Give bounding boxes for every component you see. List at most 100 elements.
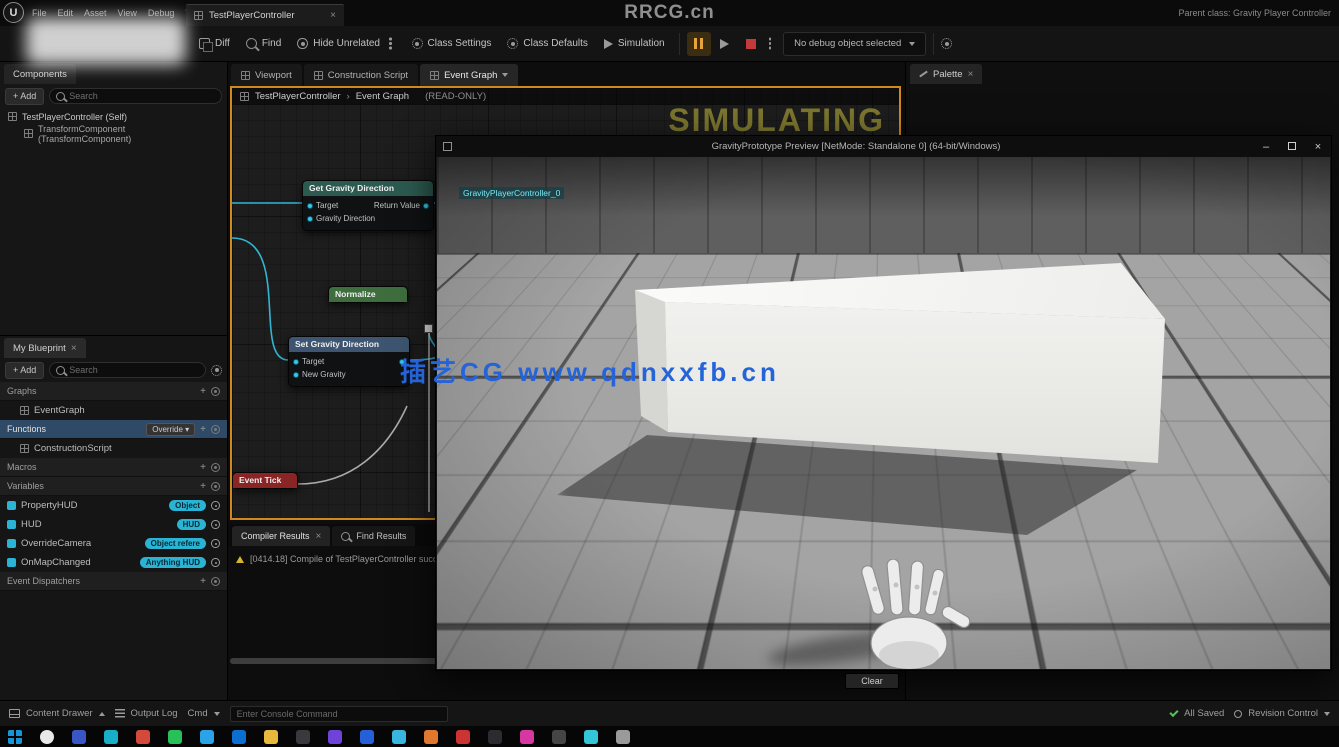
game-viewport[interactable]: GravityPlayerController_0: [437, 157, 1330, 669]
tab-compiler-results[interactable]: Compiler Results ×: [232, 526, 330, 546]
more-options-icon[interactable]: [389, 42, 392, 45]
expand-icon[interactable]: [211, 463, 220, 472]
find-button[interactable]: Find: [239, 31, 288, 57]
bp-node-event-tick[interactable]: Event Tick: [232, 472, 298, 489]
variable-type-pill[interactable]: Object: [169, 500, 206, 511]
debug-filter-icon[interactable]: [941, 38, 952, 49]
expand-icon[interactable]: [211, 425, 220, 434]
class-settings-button[interactable]: Class Settings: [405, 31, 499, 57]
tab-event-graph[interactable]: Event Graph: [420, 64, 518, 86]
section-functions[interactable]: FunctionsOverride ▾+: [0, 420, 227, 439]
section-variables[interactable]: Variables+: [0, 477, 227, 496]
variable-type-pill[interactable]: Object refere: [145, 538, 206, 549]
reroute-node[interactable]: [424, 324, 433, 333]
components-search-input[interactable]: [69, 91, 215, 101]
tab-viewport[interactable]: Viewport: [231, 64, 302, 86]
eye-icon[interactable]: [211, 539, 220, 548]
variable-type-pill[interactable]: Anything HUD: [140, 557, 206, 568]
taskbar-app-icon[interactable]: [72, 730, 86, 744]
close-button[interactable]: ×: [1305, 141, 1331, 153]
taskbar-app-icon[interactable]: [424, 730, 438, 744]
section-macros[interactable]: Macros+: [0, 458, 227, 477]
bp-item-hud[interactable]: HUDHUD: [0, 515, 227, 534]
bp-node-get-gravity-direction[interactable]: Get Gravity DirectionTargetReturn ValueG…: [302, 180, 434, 231]
asset-tab-testplayercontroller[interactable]: TestPlayerController ×: [186, 4, 344, 26]
pin-icon[interactable]: [293, 359, 299, 365]
simulation-button[interactable]: Simulation: [597, 31, 672, 57]
minimize-button[interactable]: –: [1253, 141, 1279, 153]
add-blueprint-item-button[interactable]: + Add: [5, 362, 44, 379]
console-input[interactable]: [230, 706, 448, 722]
stop-button[interactable]: [739, 32, 763, 56]
taskbar-app-icon[interactable]: [168, 730, 182, 744]
revision-control-button[interactable]: Revision Control: [1234, 708, 1330, 719]
my-blueprint-search-input[interactable]: [69, 365, 199, 375]
output-log-button[interactable]: Output Log: [115, 708, 178, 719]
tab-construction-script[interactable]: Construction Script: [304, 64, 418, 86]
search-icon[interactable]: [40, 730, 54, 744]
variable-type-pill[interactable]: HUD: [177, 519, 206, 530]
taskbar-app-icon[interactable]: [296, 730, 310, 744]
cmd-dropdown[interactable]: Cmd: [188, 708, 220, 719]
bp-item-overridecamera[interactable]: OverrideCameraObject refere: [0, 534, 227, 553]
taskbar-app-icon[interactable]: [200, 730, 214, 744]
add-component-button[interactable]: + Add: [5, 88, 44, 105]
expand-icon[interactable]: [211, 577, 220, 586]
breadcrumb-root[interactable]: TestPlayerController: [255, 91, 341, 102]
my-blueprint-tab[interactable]: My Blueprint ×: [4, 338, 86, 358]
start-button[interactable]: [8, 730, 22, 744]
content-drawer-button[interactable]: Content Drawer: [9, 708, 105, 719]
pin-icon[interactable]: [399, 359, 405, 365]
class-defaults-button[interactable]: Class Defaults: [500, 31, 594, 57]
pin-icon[interactable]: [423, 203, 429, 209]
my-blueprint-search[interactable]: [49, 362, 206, 378]
taskbar-app-icon[interactable]: [584, 730, 598, 744]
eye-icon[interactable]: [211, 501, 220, 510]
pin-icon[interactable]: [293, 372, 299, 378]
components-search[interactable]: [49, 88, 222, 104]
all-saved-button[interactable]: All Saved: [1170, 708, 1224, 719]
pin-icon[interactable]: [307, 203, 313, 209]
eye-icon[interactable]: [211, 558, 220, 567]
taskbar-app-icon[interactable]: [360, 730, 374, 744]
component-item[interactable]: TransformComponent (TransformComponent): [0, 125, 227, 142]
add-icon[interactable]: +: [200, 481, 206, 492]
eye-icon[interactable]: [211, 520, 220, 529]
section-event-dispatchers[interactable]: Event Dispatchers+: [0, 572, 227, 591]
playback-options-icon[interactable]: [769, 42, 772, 45]
bp-node-normalize[interactable]: Normalize: [328, 286, 408, 303]
taskbar-app-icon[interactable]: [488, 730, 502, 744]
maximize-button[interactable]: [1279, 141, 1305, 153]
unreal-logo-icon[interactable]: U: [3, 2, 24, 23]
close-icon[interactable]: ×: [71, 343, 77, 354]
add-icon[interactable]: +: [200, 424, 206, 435]
resume-button[interactable]: [713, 32, 737, 56]
diff-button[interactable]: Diff: [192, 31, 237, 57]
hide-unrelated-button[interactable]: Hide Unrelated: [290, 31, 402, 57]
bp-item-propertyhud[interactable]: PropertyHUDObject: [0, 496, 227, 515]
expand-icon[interactable]: [211, 387, 220, 396]
preview-title-bar[interactable]: GravityPrototype Preview [NetMode: Stand…: [436, 136, 1331, 157]
pause-button[interactable]: [687, 32, 711, 56]
bp-node-set-gravity-direction[interactable]: Set Gravity DirectionTargetNew Gravity: [288, 336, 410, 387]
palette-tab[interactable]: Palette ×: [910, 64, 982, 84]
override-dropdown[interactable]: Override ▾: [146, 423, 195, 436]
add-icon[interactable]: +: [200, 462, 206, 473]
settings-icon[interactable]: [211, 365, 222, 376]
add-icon[interactable]: +: [200, 386, 206, 397]
taskbar-app-icon[interactable]: [616, 730, 630, 744]
taskbar-app-icon[interactable]: [232, 730, 246, 744]
pin-icon[interactable]: [307, 216, 313, 222]
bp-item-eventgraph[interactable]: EventGraph: [0, 401, 227, 420]
bp-item-constructionscript[interactable]: ConstructionScript: [0, 439, 227, 458]
debug-object-dropdown[interactable]: No debug object selected: [783, 32, 926, 56]
expand-icon[interactable]: [211, 482, 220, 491]
taskbar-app-icon[interactable]: [392, 730, 406, 744]
taskbar-app-icon[interactable]: [136, 730, 150, 744]
section-graphs[interactable]: Graphs+: [0, 382, 227, 401]
close-icon[interactable]: ×: [968, 69, 974, 80]
bp-item-onmapchanged[interactable]: OnMapChangedAnything HUD: [0, 553, 227, 572]
taskbar-app-icon[interactable]: [456, 730, 470, 744]
taskbar-app-icon[interactable]: [520, 730, 534, 744]
tab-find-results[interactable]: Find Results: [332, 526, 415, 546]
